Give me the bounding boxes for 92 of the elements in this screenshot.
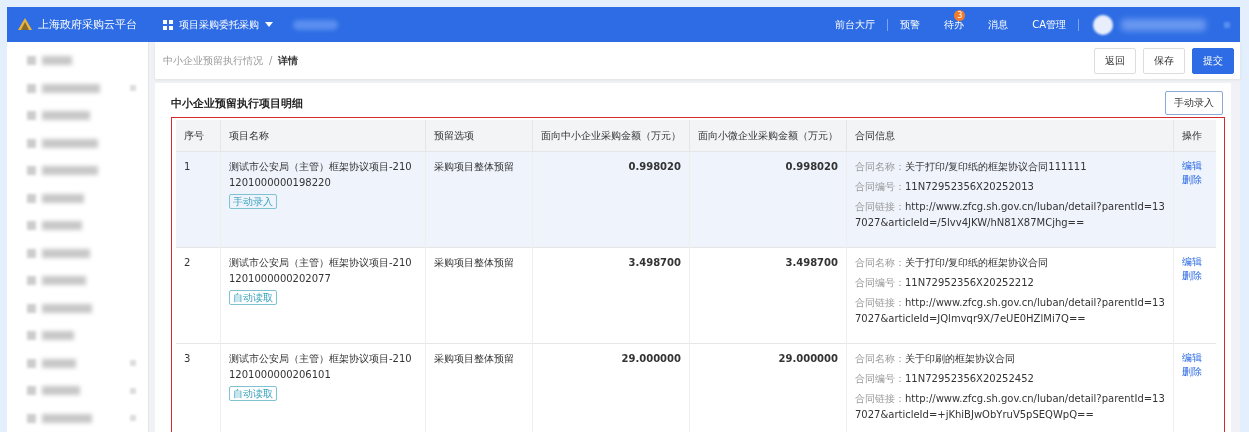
blurred-chevron-icon — [130, 415, 136, 422]
column-header: 序号 — [176, 120, 221, 152]
module-switcher[interactable]: 项目采购委托采购 — [163, 17, 273, 32]
grid-icon — [163, 19, 173, 30]
contract-field: 合同名称：关于打印/复印纸的框架协议合同111111 — [855, 159, 1165, 175]
blurred-menu-icon — [27, 83, 36, 93]
column-header: 操作 — [1173, 120, 1216, 152]
table-cell: 1 — [184, 161, 191, 172]
table-cell: 3 — [184, 353, 191, 364]
blurred-menu-item[interactable] — [42, 111, 90, 121]
manual-entry-button[interactable]: 手动录入 — [1165, 91, 1223, 115]
blurred-menu-item[interactable] — [42, 331, 74, 341]
blurred-menu-icon — [27, 111, 36, 121]
amount-cell: 29.000000 — [778, 353, 838, 364]
blurred-menu-item[interactable] — [42, 221, 82, 231]
blurred-menu-icon — [27, 221, 36, 231]
contract-field: 合同名称：关于印刷的框架协议合同 — [855, 351, 1165, 367]
blurred-menu-item[interactable] — [42, 83, 100, 93]
blurred-menu-icon — [27, 166, 36, 176]
blurred-menu-icon — [27, 358, 36, 368]
action-button[interactable]: 提交 — [1192, 47, 1234, 74]
column-header: 合同信息 — [846, 120, 1174, 152]
contract-field: 合同链接：http://www.zfcg.sh.gov.cn/luban/detail?parentId=137027&articleId=/5lvv4JKW/hN81X87MCjhg== — [855, 199, 1165, 231]
blurred-menu-icon — [27, 138, 36, 148]
blurred-menu-item[interactable] — [42, 138, 98, 148]
contract-field: 合同编号：11N72952356X20252452 — [855, 371, 1165, 387]
contract-field: 合同链接：http://www.zfcg.sh.gov.cn/luban/detail?parentId=137027&articleId=+jKhiBJwObYruV5pSEQWpQ== — [855, 391, 1165, 423]
table-cell: 2 — [184, 257, 191, 268]
contract-field: 合同编号：11N72952356X20252013 — [855, 179, 1165, 195]
logo-icon — [17, 16, 33, 33]
blurred-menu-item[interactable] — [42, 413, 92, 423]
contract-field: 合同名称：关于打印/复印纸的框架协议合同 — [855, 255, 1165, 271]
table-cell: 采购项目整体预留 — [434, 257, 514, 268]
action-button[interactable]: 返回 — [1094, 47, 1136, 74]
breadcrumb-item: 详情 — [278, 53, 299, 68]
table-cell: 采购项目整体预留 — [434, 161, 514, 172]
caret-icon — [265, 22, 273, 27]
blurred-menu-icon — [27, 276, 36, 286]
nav-link[interactable]: 预警 — [900, 17, 921, 32]
contract-field: 合同编号：11N72952356X20252212 — [855, 275, 1165, 291]
breadcrumb-item[interactable]: 中小企业预留执行情况 — [163, 53, 263, 68]
row-action-link[interactable]: 删除 — [1182, 269, 1208, 283]
nav-link[interactable]: 消息 — [988, 17, 1009, 32]
source-tag: 自动读取 — [229, 290, 277, 305]
nav-link[interactable]: CA管理 — [1032, 17, 1066, 32]
project-name: 测试市公安局（主管）框架协议项目-2101201000000206101 — [229, 352, 413, 382]
column-header: 面向中小企业采购金额（万元） — [532, 120, 690, 152]
amount-cell: 0.998020 — [628, 161, 681, 172]
blurred-menu-icon — [27, 386, 36, 396]
row-action-link[interactable]: 删除 — [1182, 365, 1208, 379]
blurred-caret-icon — [1224, 21, 1230, 28]
row-action-link[interactable]: 编辑 — [1182, 351, 1208, 365]
blurred-menu-item[interactable] — [42, 56, 72, 66]
action-button[interactable]: 保存 — [1143, 47, 1185, 74]
blurred-menu-icon — [27, 248, 36, 258]
row-action-link[interactable]: 编辑 — [1182, 159, 1208, 173]
section-title: 中小企业预留执行项目明细 — [171, 95, 303, 111]
blurred-menu-item[interactable] — [42, 358, 76, 368]
avatar[interactable] — [1093, 14, 1113, 35]
row-action-link[interactable]: 编辑 — [1182, 255, 1208, 269]
blurred-menu-item[interactable] — [42, 193, 84, 203]
column-header: 面向小微企业采购金额（万元） — [689, 120, 847, 152]
amount-cell: 3.498700 — [785, 257, 838, 268]
blurred-menu-icon — [27, 331, 36, 341]
blurred-chevron-icon — [130, 85, 136, 92]
project-name: 测试市公安局（主管）框架协议项目-2101201000000198220 — [229, 160, 413, 190]
table-cell: 采购项目整体预留 — [434, 353, 514, 364]
blurred-chevron-icon — [130, 387, 136, 394]
nav-link[interactable]: 前台大厅 — [835, 17, 876, 32]
platform-name: 上海政府采购云平台 — [38, 17, 137, 32]
breadcrumb-separator: / — [269, 55, 273, 66]
blurred-menu-icon — [27, 413, 36, 423]
contract-field: 合同链接：http://www.zfcg.sh.gov.cn/luban/detail?parentId=137027&articleId=JQlmvqr9X/7eUE0HZlMi7Q== — [855, 295, 1165, 327]
blurred-menu-item[interactable] — [42, 166, 98, 176]
source-tag: 手动录入 — [229, 194, 277, 209]
blurred-menu-icon — [27, 56, 36, 66]
blurred-menu-item[interactable] — [42, 386, 80, 396]
amount-cell: 29.000000 — [621, 353, 681, 364]
source-tag: 自动读取 — [229, 386, 277, 401]
blurred-menu-icon — [27, 193, 36, 203]
count-badge: 3 — [954, 9, 966, 21]
blurred-menu-item[interactable] — [42, 303, 92, 313]
amount-cell: 3.498700 — [628, 257, 681, 268]
column-header: 预留选项 — [425, 120, 533, 152]
column-header: 项目名称 — [220, 120, 426, 152]
blurred-menu-icon — [27, 303, 36, 313]
blurred-menu-item[interactable] — [42, 276, 86, 286]
project-name: 测试市公安局（主管）框架协议项目-2101201000000202077 — [229, 256, 413, 286]
blurred-menu-item[interactable] — [42, 248, 90, 258]
amount-cell: 0.998020 — [785, 161, 838, 172]
blurred-chevron-icon — [130, 360, 136, 367]
row-action-link[interactable]: 删除 — [1182, 173, 1208, 187]
